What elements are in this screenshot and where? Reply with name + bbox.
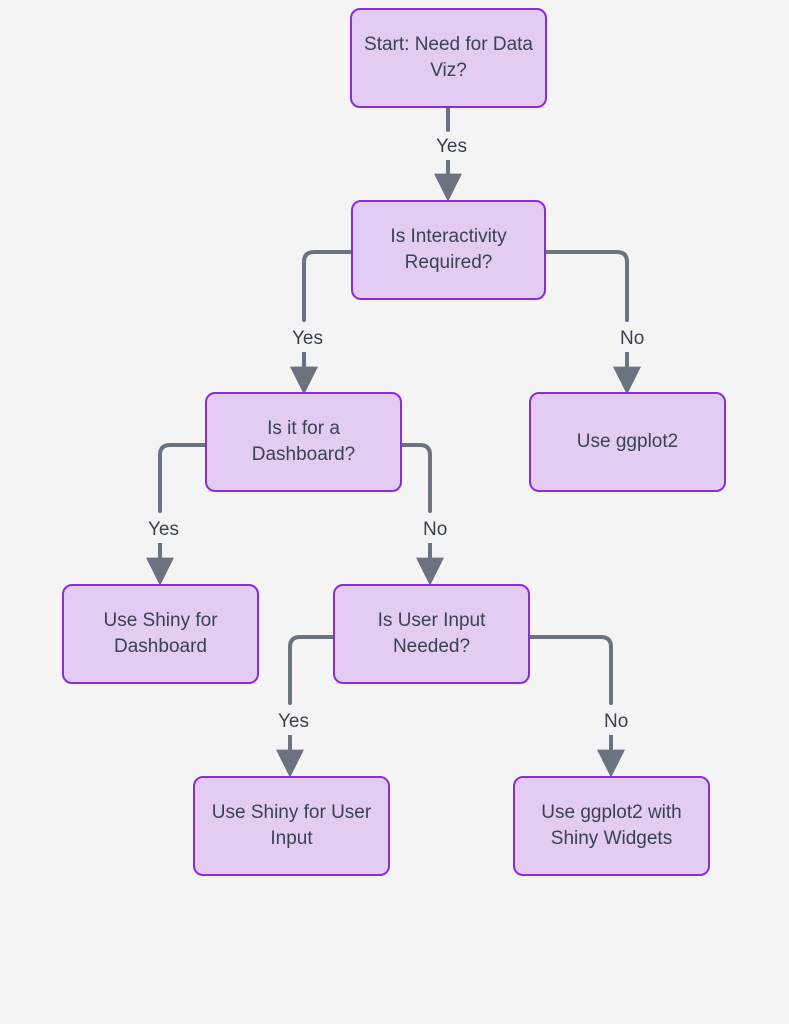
- edge-dashboard-no: [402, 445, 430, 511]
- node-use-ggplot-widgets: Use ggplot2 with Shiny Widgets: [513, 776, 710, 876]
- edge-userinput-no: [530, 637, 611, 703]
- edge-label-dashboard-yes: Yes: [144, 517, 183, 543]
- edge-label-dashboard-no: No: [419, 517, 451, 543]
- edge-label-userinput-yes: Yes: [274, 709, 313, 735]
- node-use-ggplot: Use ggplot2: [529, 392, 726, 492]
- edge-interact-no: [546, 252, 627, 320]
- edge-userinput-yes: [290, 637, 333, 703]
- node-interactivity: Is Interactivity Required?: [351, 200, 546, 300]
- edge-label-interact-no: No: [616, 326, 648, 352]
- edge-label-userinput-no: No: [600, 709, 632, 735]
- node-dashboard-question: Is it for a Dashboard?: [205, 392, 402, 492]
- edge-label-start-yes: Yes: [432, 134, 471, 160]
- edge-interact-yes: [304, 252, 351, 320]
- edge-label-interact-yes: Yes: [288, 326, 327, 352]
- edge-dashboard-yes: [160, 445, 205, 511]
- node-use-shiny-user-input: Use Shiny for User Input: [193, 776, 390, 876]
- node-use-shiny-dashboard: Use Shiny for Dashboard: [62, 584, 259, 684]
- node-start: Start: Need for Data Viz?: [350, 8, 547, 108]
- node-user-input-question: Is User Input Needed?: [333, 584, 530, 684]
